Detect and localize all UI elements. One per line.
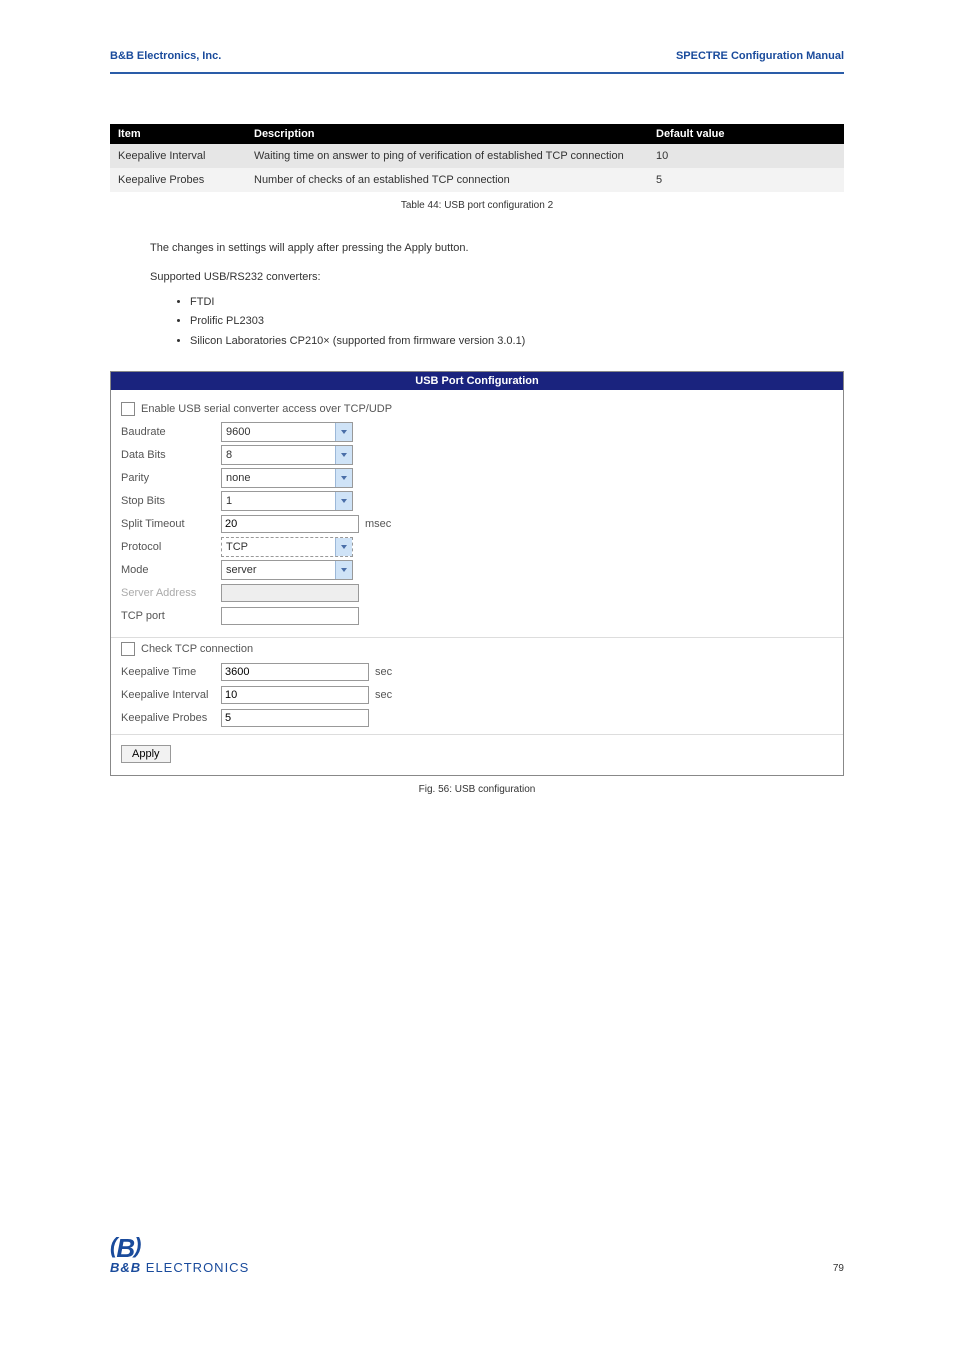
table-row: Keepalive Interval Waiting time on answe… — [110, 144, 844, 168]
usb-config-panel: USB Port Configuration Enable USB serial… — [110, 371, 844, 776]
paragraph-apply: The changes in settings will apply after… — [150, 241, 844, 256]
row-protocol: Protocol TCP — [121, 537, 833, 557]
keepalive-probes-input[interactable] — [221, 709, 369, 727]
parameters-table: Item Description Default value Keepalive… — [110, 124, 844, 192]
logo-bb-text: B&B — [110, 1260, 141, 1275]
header-right: SPECTRE Configuration Manual — [676, 50, 844, 62]
row-split-timeout: Split Timeout msec — [121, 514, 833, 534]
label-server-address: Server Address — [121, 587, 221, 599]
table-caption: Table 44: USB port configuration 2 — [110, 200, 844, 211]
server-address-input — [221, 584, 359, 602]
label-parity: Parity — [121, 472, 221, 484]
supported-list: FTDI Prolific PL2303 Silicon Laboratorie… — [190, 294, 844, 351]
col-default: Default value — [648, 124, 844, 144]
keepalive-interval-input[interactable] — [221, 686, 369, 704]
row-server-address: Server Address — [121, 583, 833, 603]
cell-default: 10 — [648, 144, 844, 168]
panel-title: USB Port Configuration — [111, 372, 843, 390]
row-baudrate: Baudrate 9600 — [121, 422, 833, 442]
enable-usb-row[interactable]: Enable USB serial converter access over … — [121, 402, 833, 416]
label-split-timeout: Split Timeout — [121, 518, 221, 530]
mode-select[interactable]: server — [221, 560, 353, 580]
protocol-select[interactable]: TCP — [221, 537, 353, 557]
select-value: TCP — [222, 538, 335, 556]
row-databits: Data Bits 8 — [121, 445, 833, 465]
list-item: Prolific PL2303 — [190, 313, 844, 331]
logo-electronics-text: ELECTRONICS — [141, 1260, 249, 1275]
cell-default: 5 — [648, 168, 844, 192]
databits-select[interactable]: 8 — [221, 445, 353, 465]
page-number: 79 — [833, 1263, 844, 1274]
select-value: none — [222, 469, 335, 487]
supported-intro: Supported USB/RS232 converters: — [150, 270, 844, 285]
select-value: 9600 — [222, 423, 335, 441]
row-tcp-port: TCP port — [121, 606, 833, 626]
label-keepalive-interval: Keepalive Interval — [121, 689, 221, 701]
unit-sec: sec — [375, 689, 392, 701]
list-item: Silicon Laboratories CP210× (supported f… — [190, 333, 844, 351]
check-tcp-label: Check TCP connection — [141, 643, 253, 655]
check-tcp-row[interactable]: Check TCP connection — [121, 642, 833, 656]
logo-paren-right: ) — [134, 1233, 140, 1258]
cell-item: Keepalive Probes — [110, 168, 246, 192]
bb-logo: (B) B&B ELECTRONICS — [110, 1235, 844, 1274]
cell-desc: Waiting time on answer to ping of verifi… — [246, 144, 648, 168]
baudrate-select[interactable]: 9600 — [221, 422, 353, 442]
cell-item: Keepalive Interval — [110, 144, 246, 168]
stopbits-select[interactable]: 1 — [221, 491, 353, 511]
row-keepalive-time: Keepalive Time sec — [121, 662, 833, 682]
col-item: Item — [110, 124, 246, 144]
chevron-down-icon — [335, 538, 352, 556]
split-timeout-input[interactable] — [221, 515, 359, 533]
label-tcp-port: TCP port — [121, 610, 221, 622]
logo-b: B — [116, 1233, 134, 1263]
chevron-down-icon — [335, 446, 352, 464]
header-divider — [110, 72, 844, 74]
select-value: server — [222, 561, 335, 579]
row-keepalive-probes: Keepalive Probes — [121, 708, 833, 728]
label-keepalive-probes: Keepalive Probes — [121, 712, 221, 724]
figure-caption: Fig. 56: USB configuration — [110, 784, 844, 795]
chevron-down-icon — [335, 423, 352, 441]
cell-desc: Number of checks of an established TCP c… — [246, 168, 648, 192]
check-tcp-checkbox[interactable] — [121, 642, 135, 656]
unit-msec: msec — [365, 518, 391, 530]
label-protocol: Protocol — [121, 541, 221, 553]
chevron-down-icon — [335, 561, 352, 579]
label-stopbits: Stop Bits — [121, 495, 221, 507]
select-value: 1 — [222, 492, 335, 510]
tcp-port-input[interactable] — [221, 607, 359, 625]
label-keepalive-time: Keepalive Time — [121, 666, 221, 678]
apply-button[interactable]: Apply — [121, 745, 171, 763]
divider — [111, 637, 843, 638]
row-stopbits: Stop Bits 1 — [121, 491, 833, 511]
unit-sec: sec — [375, 666, 392, 678]
label-mode: Mode — [121, 564, 221, 576]
table-row: Keepalive Probes Number of checks of an … — [110, 168, 844, 192]
row-mode: Mode server — [121, 560, 833, 580]
enable-usb-label: Enable USB serial converter access over … — [141, 403, 392, 415]
header-left: B&B Electronics, Inc. — [110, 50, 221, 62]
label-baudrate: Baudrate — [121, 426, 221, 438]
keepalive-time-input[interactable] — [221, 663, 369, 681]
enable-usb-checkbox[interactable] — [121, 402, 135, 416]
divider — [111, 734, 843, 735]
chevron-down-icon — [335, 492, 352, 510]
select-value: 8 — [222, 446, 335, 464]
parity-select[interactable]: none — [221, 468, 353, 488]
chevron-down-icon — [335, 469, 352, 487]
row-keepalive-interval: Keepalive Interval sec — [121, 685, 833, 705]
col-desc: Description — [246, 124, 648, 144]
list-item: FTDI — [190, 294, 844, 312]
label-databits: Data Bits — [121, 449, 221, 461]
row-parity: Parity none — [121, 468, 833, 488]
